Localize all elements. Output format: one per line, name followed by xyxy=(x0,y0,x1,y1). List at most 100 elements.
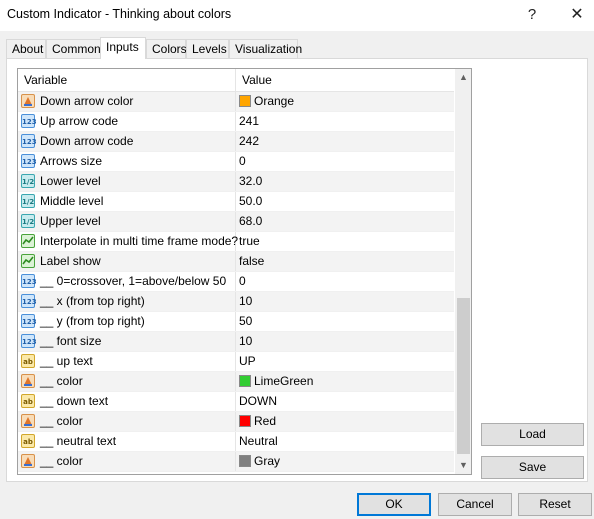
table-row[interactable]: __ color LimeGreen xyxy=(18,372,454,392)
scroll-thumb[interactable] xyxy=(457,298,470,454)
value-cell[interactable]: Orange xyxy=(236,92,454,111)
vertical-scrollbar[interactable]: ▲ ▼ xyxy=(455,69,471,474)
help-button[interactable]: ? xyxy=(510,0,554,30)
variable-label: __ color xyxy=(40,414,83,428)
variable-label: Down arrow code xyxy=(40,134,134,148)
value-cell[interactable]: 0 xyxy=(236,272,454,291)
value-cell[interactable]: UP xyxy=(236,352,454,371)
variable-label: __ font size xyxy=(40,334,102,348)
tab-about[interactable]: About xyxy=(6,39,46,58)
value-text: 50 xyxy=(239,314,253,328)
value-cell[interactable]: Gray xyxy=(236,452,454,471)
variable-cell: ab __ down text xyxy=(18,392,236,411)
header-variable[interactable]: Variable xyxy=(18,69,236,91)
table-row[interactable]: ab __ up text UP xyxy=(18,352,454,372)
grid-header: Variable Value xyxy=(18,69,454,92)
variable-cell: 123 __ 0=crossover, 1=above/below 50 xyxy=(18,272,236,291)
variable-cell: 123 __ font size xyxy=(18,332,236,351)
value-text: UP xyxy=(239,354,256,368)
color-param-icon xyxy=(21,414,35,428)
value-cell[interactable]: LimeGreen xyxy=(236,372,454,391)
variable-label: Up arrow code xyxy=(40,114,119,128)
scroll-down-arrow-icon[interactable]: ▼ xyxy=(455,457,471,474)
value-cell[interactable]: true xyxy=(236,232,454,251)
tab-levels[interactable]: Levels xyxy=(186,39,229,58)
variable-label: Middle level xyxy=(40,194,104,208)
tab-inputs[interactable]: Inputs xyxy=(100,37,146,59)
table-row[interactable]: __ color Red xyxy=(18,412,454,432)
table-row[interactable]: Down arrow color Orange xyxy=(18,92,454,112)
value-cell[interactable]: false xyxy=(236,252,454,271)
variable-cell: __ color xyxy=(18,452,236,471)
tab-colors[interactable]: Colors xyxy=(146,39,187,58)
table-row[interactable]: 123 __ y (from top right) 50 xyxy=(18,312,454,332)
value-text: 0 xyxy=(239,274,246,288)
close-button[interactable]: ✕ xyxy=(555,0,594,30)
variable-cell: __ color xyxy=(18,412,236,431)
save-button[interactable]: Save xyxy=(481,456,584,479)
table-row[interactable]: Interpolate in multi time frame mode? tru… xyxy=(18,232,454,252)
table-row[interactable]: 123 Up arrow code 241 xyxy=(18,112,454,132)
variable-label: __ color xyxy=(40,454,83,468)
inputs-grid: Variable Value Down arrow color Orange 123… xyxy=(17,68,472,475)
value-cell[interactable]: 10 xyxy=(236,292,454,311)
boolean-param-icon xyxy=(21,234,35,248)
window-title: Custom Indicator - Thinking about colors xyxy=(7,7,232,21)
table-row[interactable]: __ color Gray xyxy=(18,452,454,472)
color-swatch xyxy=(239,95,251,107)
table-row[interactable]: Label show false xyxy=(18,252,454,272)
value-cell[interactable]: Neutral xyxy=(236,432,454,451)
variable-cell: 123 __ x (from top right) xyxy=(18,292,236,311)
variable-label: __ 0=crossover, 1=above/below 50 xyxy=(40,274,227,288)
table-row[interactable]: 1/2 Upper level 68.0 xyxy=(18,212,454,232)
value-cell[interactable]: 50 xyxy=(236,312,454,331)
value-cell[interactable]: DOWN xyxy=(236,392,454,411)
variable-label: Lower level xyxy=(40,174,101,188)
table-row[interactable]: 1/2 Lower level 32.0 xyxy=(18,172,454,192)
cancel-button[interactable]: Cancel xyxy=(438,493,512,516)
table-row[interactable]: 123 __ font size 10 xyxy=(18,332,454,352)
header-value[interactable]: Value xyxy=(236,69,454,91)
value-cell[interactable]: 68.0 xyxy=(236,212,454,231)
ok-button[interactable]: OK xyxy=(357,493,431,516)
table-row[interactable]: 123 __ 0=crossover, 1=above/below 50 0 xyxy=(18,272,454,292)
value-text: 32.0 xyxy=(239,174,263,188)
value-text: 241 xyxy=(239,114,260,128)
value-cell[interactable]: Red xyxy=(236,412,454,431)
reset-button[interactable]: Reset xyxy=(518,493,592,516)
value-text: Red xyxy=(254,414,277,428)
double-param-icon: 1/2 xyxy=(21,194,35,208)
variable-cell: Down arrow color xyxy=(18,92,236,111)
table-row[interactable]: ab __ neutral text Neutral xyxy=(18,432,454,452)
variable-label: Down arrow color xyxy=(40,94,134,108)
variable-cell: 1/2 Middle level xyxy=(18,192,236,211)
load-button[interactable]: Load xyxy=(481,423,584,446)
value-cell[interactable]: 241 xyxy=(236,112,454,131)
variable-cell: Label show xyxy=(18,252,236,271)
value-cell[interactable]: 0 xyxy=(236,152,454,171)
table-row[interactable]: 123 Down arrow code 242 xyxy=(18,132,454,152)
string-param-icon: ab xyxy=(21,394,35,408)
value-cell[interactable]: 32.0 xyxy=(236,172,454,191)
value-text: Gray xyxy=(254,454,281,468)
table-row[interactable]: 123 __ x (from top right) 10 xyxy=(18,292,454,312)
table-row[interactable]: 1/2 Middle level 50.0 xyxy=(18,192,454,212)
tab-common[interactable]: Common xyxy=(46,39,101,58)
value-text: 242 xyxy=(239,134,260,148)
value-cell[interactable]: 10 xyxy=(236,332,454,351)
table-row[interactable]: 123 Arrows size 0 xyxy=(18,152,454,172)
variable-cell: 1/2 Upper level xyxy=(18,212,236,231)
scroll-up-arrow-icon[interactable]: ▲ xyxy=(455,69,471,86)
value-text: false xyxy=(239,254,265,268)
value-cell[interactable]: 242 xyxy=(236,132,454,151)
table-row[interactable]: ab __ down text DOWN xyxy=(18,392,454,412)
variable-label: __ color xyxy=(40,374,83,388)
value-text: 50.0 xyxy=(239,194,263,208)
value-cell[interactable]: 50.0 xyxy=(236,192,454,211)
color-swatch xyxy=(239,455,251,467)
integer-param-icon: 123 xyxy=(21,274,37,288)
value-text: 10 xyxy=(239,334,253,348)
tab-visualization[interactable]: Visualization xyxy=(229,39,302,58)
variable-label: __ neutral text xyxy=(40,434,117,448)
integer-param-icon: 123 xyxy=(21,134,37,148)
